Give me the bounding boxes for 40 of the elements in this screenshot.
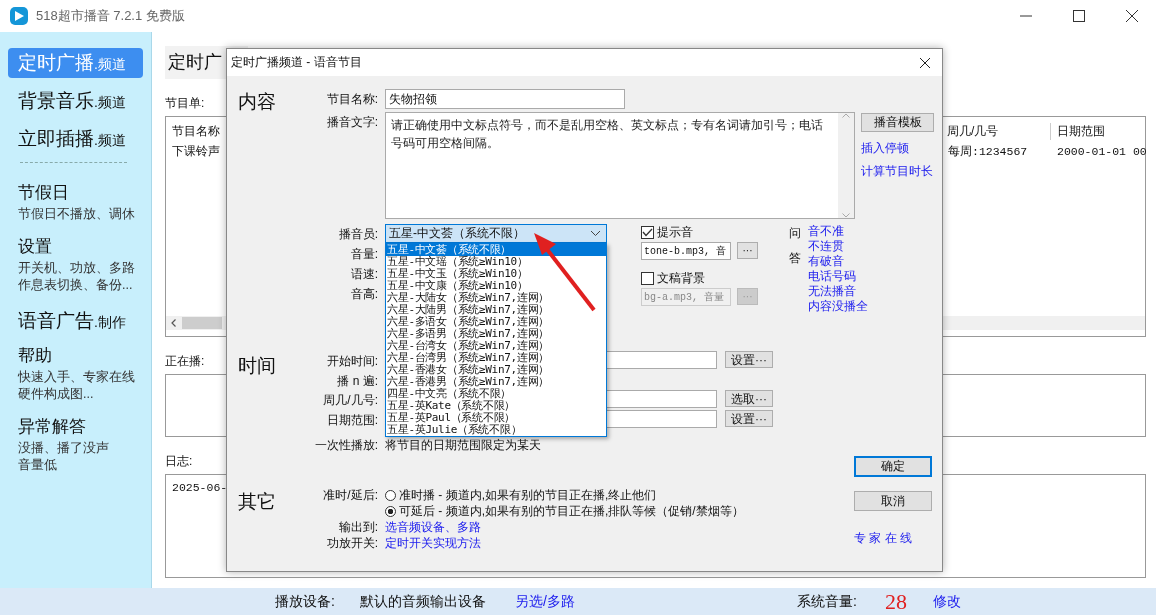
sidebar-item-description: 快速入手、专家在线 — [18, 369, 136, 386]
sidebar-item-description: 没播、播了没声 — [18, 440, 110, 457]
status-label: 播放设备: — [275, 592, 336, 611]
field-label: 开始时间: — [325, 353, 379, 370]
field-label: 周几/几号: — [322, 392, 379, 409]
field-label: 播音员: — [337, 226, 379, 243]
field-label: 输出到: — [337, 519, 379, 535]
field-label: 播 n 遍: — [336, 373, 379, 390]
field-label: 功放开关: — [325, 535, 379, 551]
qa-label: 答 — [789, 250, 802, 267]
hint-text: 将节目的日期范围限定为某天 — [385, 437, 541, 454]
sidebar-item-description: 音量低 — [18, 457, 58, 474]
sidebar-item-description: 节假日不播放、调休 — [18, 206, 136, 223]
table-cell-text: 2000-01-01 00 — [1056, 144, 1145, 158]
field-label: 准时/延后: — [322, 487, 379, 504]
sidebar-item-description: 作息表切换、备份... — [18, 277, 134, 294]
section-heading: 内容 — [238, 90, 277, 114]
section-label: 正在播: — [165, 353, 205, 371]
field-label: 日期范围: — [325, 412, 379, 429]
sidebar-item-description: 开关机、功放、多路 — [18, 260, 136, 277]
field-label: 音高: — [349, 286, 379, 303]
status-value: 默认的音频输出设备 — [360, 592, 487, 611]
volume-value: 28 — [885, 588, 908, 615]
section-label: 节目单: — [165, 95, 205, 112]
status-label: 系统音量: — [797, 592, 858, 611]
window-title: 518超市播音 7.2.1 免费版 — [36, 7, 185, 25]
log-line: 2025-06- — [172, 481, 228, 494]
sidebar-item-description: 硬件构成图... — [18, 386, 95, 403]
table-cell-text: 每周:1234567 — [947, 143, 1029, 159]
field-label: 节目名称: — [325, 91, 379, 108]
field-label: 音量: — [349, 246, 379, 263]
field-label: 播音文字: — [325, 114, 379, 131]
field-label: 语速: — [349, 266, 379, 283]
section-label: 日志: — [165, 453, 193, 470]
field-label: 一次性播放: — [313, 437, 379, 454]
section-heading: 其它 — [238, 490, 277, 514]
table-cell-text: 下课铃声 — [171, 142, 221, 160]
text-area-content: 请正确使用中文标点符号，而不是乱用空格、英文标点；专有名词请加引号；电话号码可用空格间隔。 — [390, 117, 824, 152]
section-heading: 时间 — [238, 354, 277, 378]
qa-label: 问 — [789, 225, 802, 242]
